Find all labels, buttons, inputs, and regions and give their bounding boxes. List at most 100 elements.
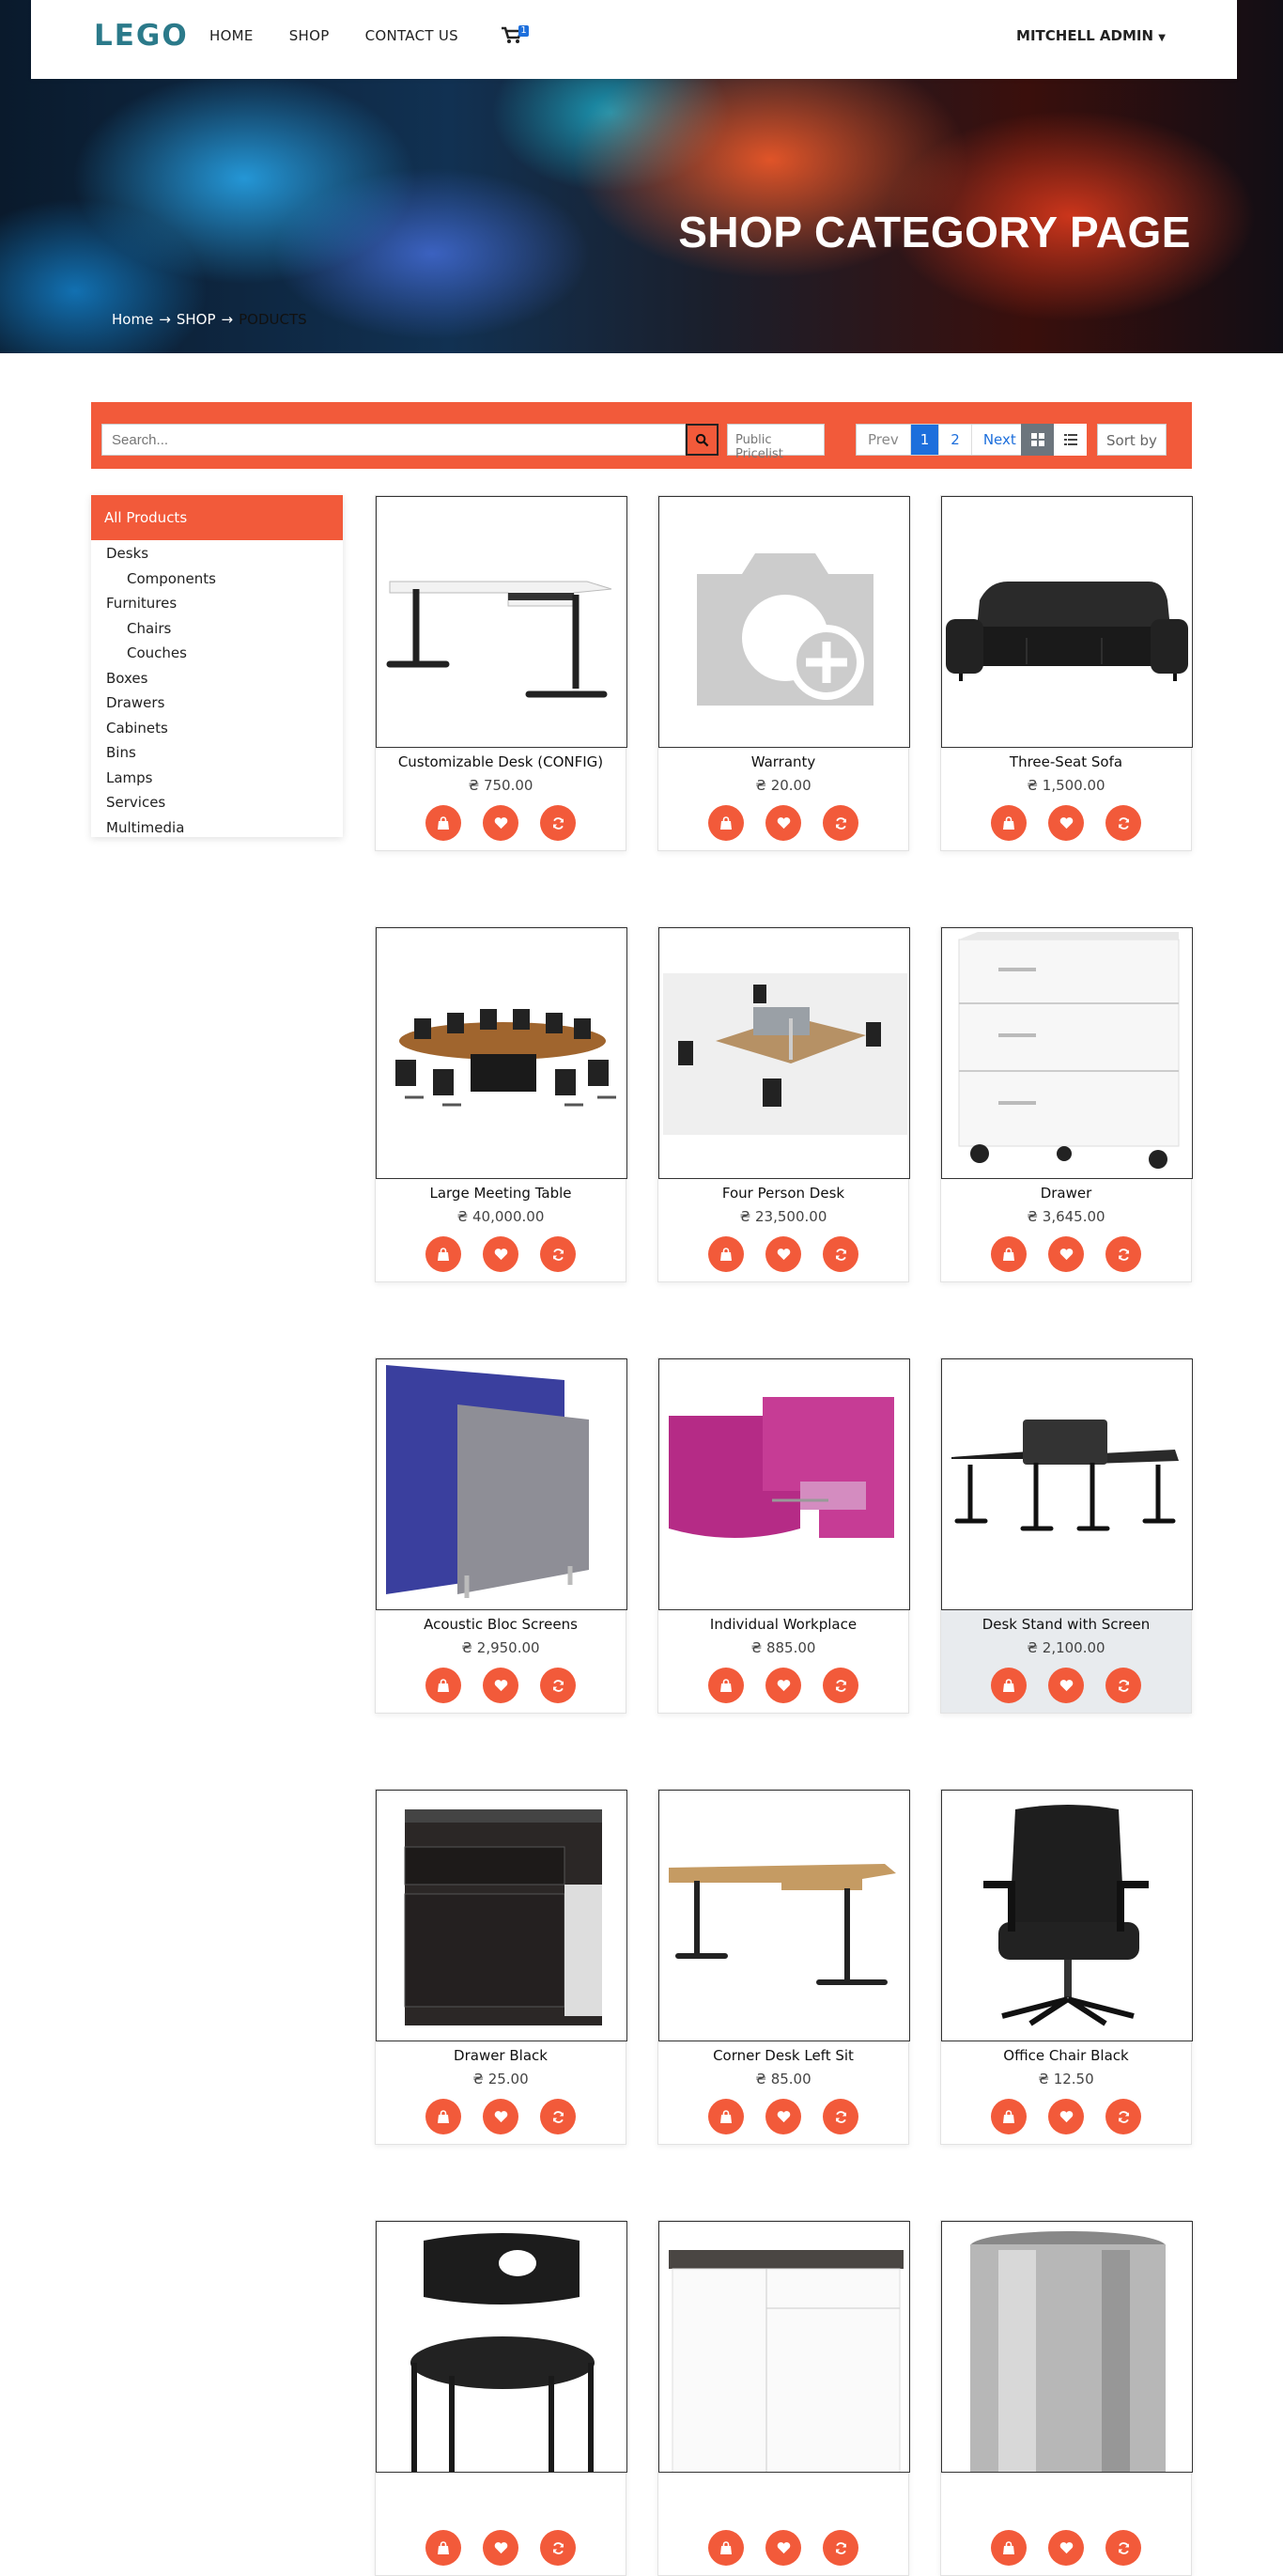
category-item[interactable]: Components (106, 566, 343, 592)
category-item[interactable]: Boxes (106, 666, 343, 691)
nav-contact-us[interactable]: CONTACT US (365, 27, 458, 44)
add-to-wishlist-button[interactable] (1048, 2530, 1084, 2566)
product-name[interactable]: Corner Desk Left Sit (658, 2047, 908, 2064)
product-name[interactable]: Three-Seat Sofa (941, 753, 1191, 770)
product-image[interactable] (941, 496, 1193, 748)
product-image[interactable] (658, 927, 910, 1179)
compare-button[interactable] (540, 1236, 576, 1272)
compare-button[interactable] (1105, 2099, 1141, 2134)
product-image[interactable] (376, 496, 627, 748)
category-item[interactable]: Chairs (106, 616, 343, 642)
pager-page-1[interactable]: 1 (910, 425, 940, 455)
product-image[interactable] (941, 2221, 1193, 2473)
nav-home[interactable]: HOME (209, 27, 254, 44)
product-card[interactable]: Individual Workplace ₴ 885.00 (657, 1358, 910, 1714)
user-menu[interactable]: MITCHELL ADMIN ▼ (1016, 27, 1166, 44)
add-to-wishlist-button[interactable] (765, 805, 801, 841)
nav-shop[interactable]: SHOP (289, 27, 330, 44)
compare-button[interactable] (1105, 1668, 1141, 1703)
pager-next[interactable]: Next (972, 425, 1028, 455)
add-to-cart-button[interactable] (708, 805, 744, 841)
category-item[interactable]: Bins (106, 740, 343, 766)
add-to-wishlist-button[interactable] (1048, 1668, 1084, 1703)
pricelist-dropdown[interactable]: Public Pricelist (727, 424, 825, 461)
list-view-button[interactable] (1054, 424, 1087, 456)
add-to-wishlist-button[interactable] (483, 1668, 518, 1703)
breadcrumb-shop[interactable]: SHOP (177, 311, 216, 328)
product-card[interactable]: Three-Seat Sofa ₴ 1,500.00 (940, 495, 1193, 851)
compare-button[interactable] (1105, 2530, 1141, 2566)
product-card[interactable]: Office Chair Black ₴ 12.50 (940, 1789, 1193, 2145)
product-name[interactable]: Office Chair Black (941, 2047, 1191, 2064)
compare-button[interactable] (540, 1668, 576, 1703)
product-card[interactable]: Drawer ₴ 3,645.00 (940, 926, 1193, 1282)
compare-button[interactable] (540, 2099, 576, 2134)
product-card[interactable] (940, 2220, 1193, 2576)
add-to-wishlist-button[interactable] (483, 805, 518, 841)
category-item[interactable]: Services (106, 790, 343, 815)
compare-button[interactable] (1105, 1236, 1141, 1272)
product-name[interactable]: Drawer Black (376, 2047, 626, 2064)
category-item[interactable]: Desks (106, 541, 343, 566)
product-name[interactable]: Desk Stand with Screen (941, 1616, 1191, 1633)
compare-button[interactable] (1105, 805, 1141, 841)
add-to-cart-button[interactable] (425, 1236, 461, 1272)
category-item[interactable]: Couches (106, 641, 343, 666)
add-to-wishlist-button[interactable] (765, 2099, 801, 2134)
add-to-wishlist-button[interactable] (483, 2099, 518, 2134)
add-to-cart-button[interactable] (425, 2099, 461, 2134)
add-to-wishlist-button[interactable] (765, 1668, 801, 1703)
product-image[interactable] (658, 1358, 910, 1610)
add-to-cart-button[interactable] (991, 805, 1027, 841)
add-to-wishlist-button[interactable] (1048, 2099, 1084, 2134)
add-to-cart-button[interactable] (708, 2099, 744, 2134)
product-card[interactable]: Large Meeting Table ₴ 40,000.00 (375, 926, 627, 1282)
product-image[interactable] (941, 1790, 1193, 2041)
add-to-wishlist-button[interactable] (1048, 1236, 1084, 1272)
product-card[interactable]: Acoustic Bloc Screens ₴ 2,950.00 (375, 1358, 627, 1714)
pager-prev[interactable]: Prev (857, 425, 911, 455)
product-card[interactable]: Customizable Desk (CONFIG) ₴ 750.00 (375, 495, 627, 851)
add-to-wishlist-button[interactable] (1048, 805, 1084, 841)
product-name[interactable]: Individual Workplace (658, 1616, 908, 1633)
category-all-products[interactable]: All Products (91, 495, 343, 540)
compare-button[interactable] (540, 805, 576, 841)
add-to-wishlist-button[interactable] (483, 1236, 518, 1272)
product-card[interactable]: Four Person Desk ₴ 23,500.00 (657, 926, 910, 1282)
add-to-cart-button[interactable] (991, 2530, 1027, 2566)
product-name[interactable]: Drawer (941, 1185, 1191, 1202)
add-to-wishlist-button[interactable] (765, 1236, 801, 1272)
category-item[interactable]: Multimedia (106, 815, 343, 841)
add-to-cart-button[interactable] (991, 1236, 1027, 1272)
product-image[interactable] (658, 496, 910, 748)
add-to-cart-button[interactable] (991, 1668, 1027, 1703)
compare-button[interactable] (823, 805, 858, 841)
compare-button[interactable] (823, 1668, 858, 1703)
category-item[interactable]: Lamps (106, 766, 343, 791)
add-to-cart-button[interactable] (425, 805, 461, 841)
breadcrumb-home[interactable]: Home (112, 311, 153, 328)
product-card[interactable] (375, 2220, 627, 2576)
product-name[interactable]: Acoustic Bloc Screens (376, 1616, 626, 1633)
product-image[interactable] (376, 927, 627, 1179)
product-name[interactable]: Four Person Desk (658, 1185, 908, 1202)
add-to-cart-button[interactable] (991, 2099, 1027, 2134)
product-image[interactable] (941, 927, 1193, 1179)
product-card[interactable]: Drawer Black ₴ 25.00 (375, 1789, 627, 2145)
sort-dropdown[interactable]: Sort by (1097, 424, 1167, 456)
compare-button[interactable] (823, 1236, 858, 1272)
add-to-wishlist-button[interactable] (765, 2530, 801, 2566)
product-image[interactable] (376, 1358, 627, 1610)
add-to-cart-button[interactable] (708, 1668, 744, 1703)
category-item[interactable]: Cabinets (106, 716, 343, 741)
product-image[interactable] (376, 2221, 627, 2473)
logo[interactable]: LEGO (94, 19, 189, 53)
product-name[interactable]: Large Meeting Table (376, 1185, 626, 1202)
category-item[interactable]: Drawers (106, 691, 343, 716)
compare-button[interactable] (823, 2099, 858, 2134)
add-to-cart-button[interactable] (425, 2530, 461, 2566)
product-image[interactable] (658, 2221, 910, 2473)
product-card[interactable]: Warranty ₴ 20.00 (657, 495, 910, 851)
product-card[interactable]: Corner Desk Left Sit ₴ 85.00 (657, 1789, 910, 2145)
compare-button[interactable] (823, 2530, 858, 2566)
